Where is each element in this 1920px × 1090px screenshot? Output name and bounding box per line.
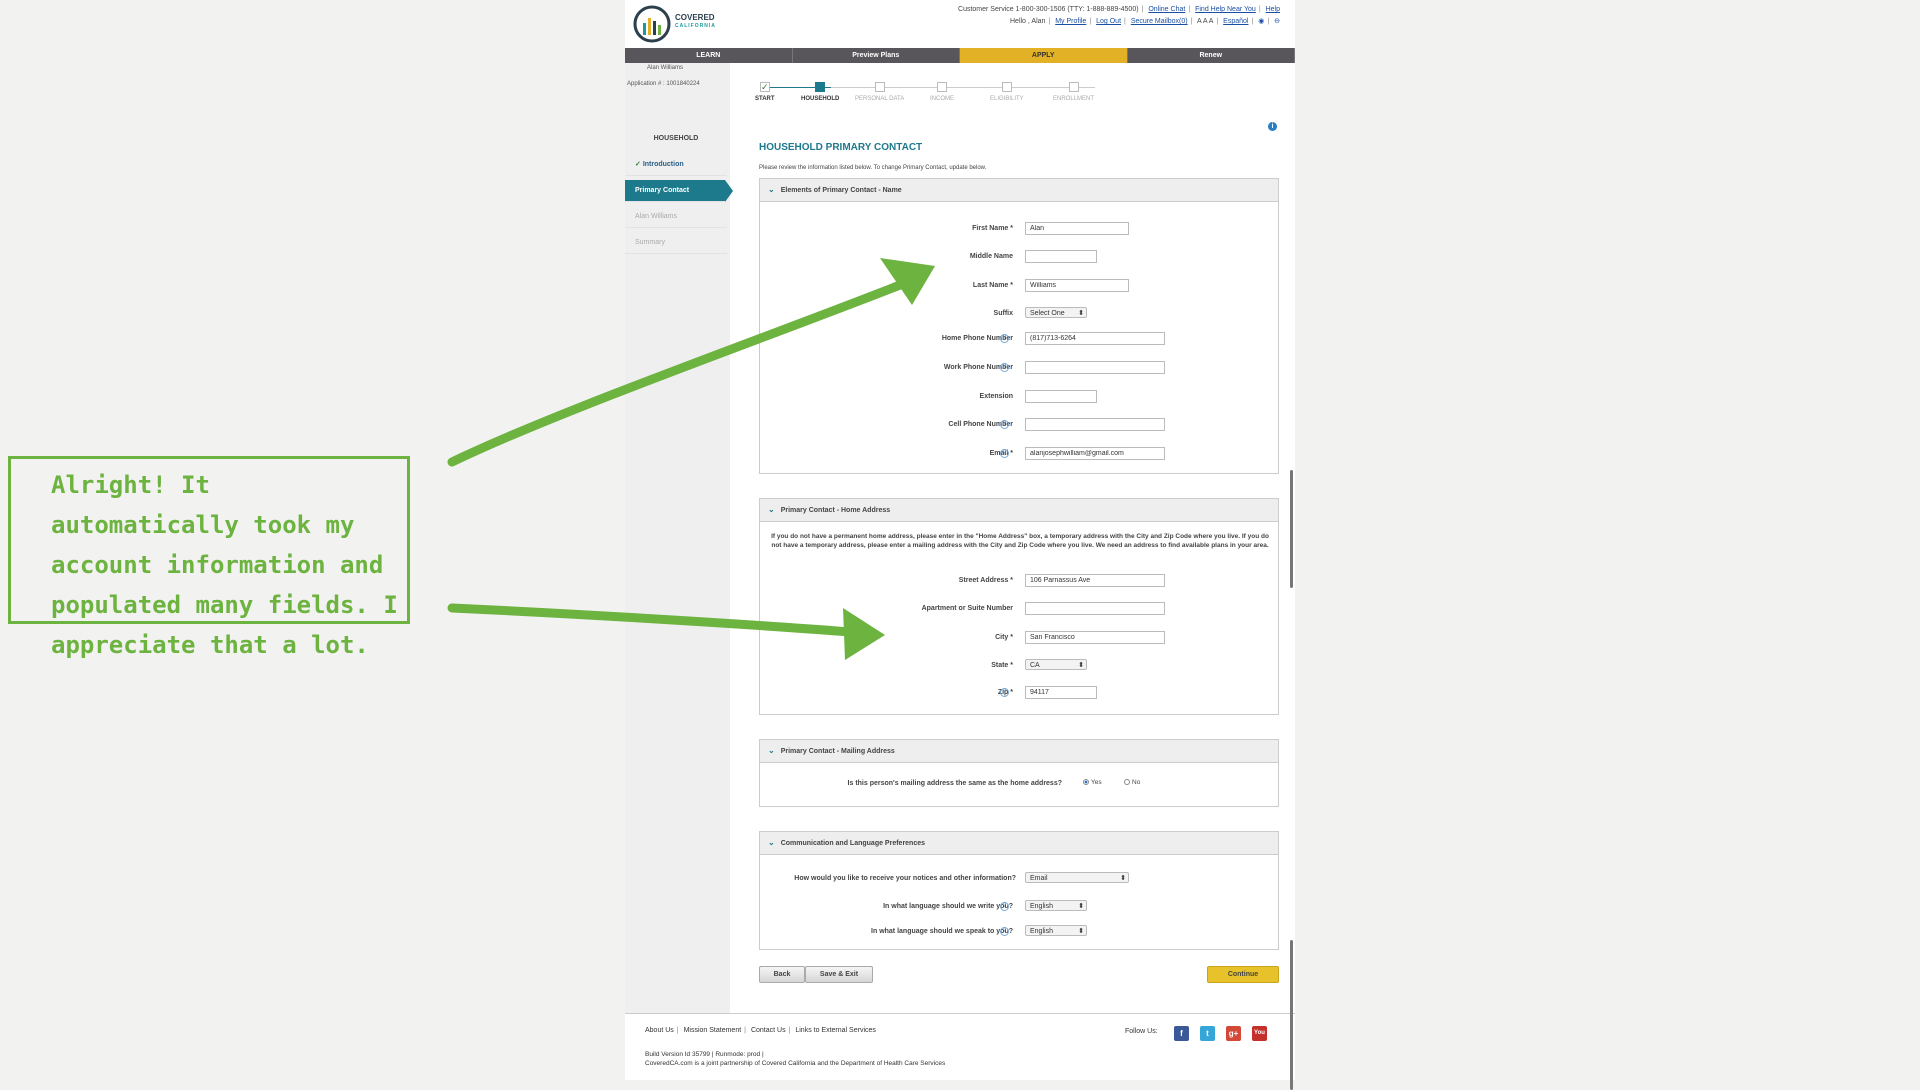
arrow-to-address-fields (447, 603, 885, 660)
annotation-callout: Alright! It automatically took my accoun… (8, 456, 410, 659)
annotation-text: Alright! It automatically took my accoun… (51, 471, 398, 659)
arrow-to-name-fields (447, 258, 935, 467)
